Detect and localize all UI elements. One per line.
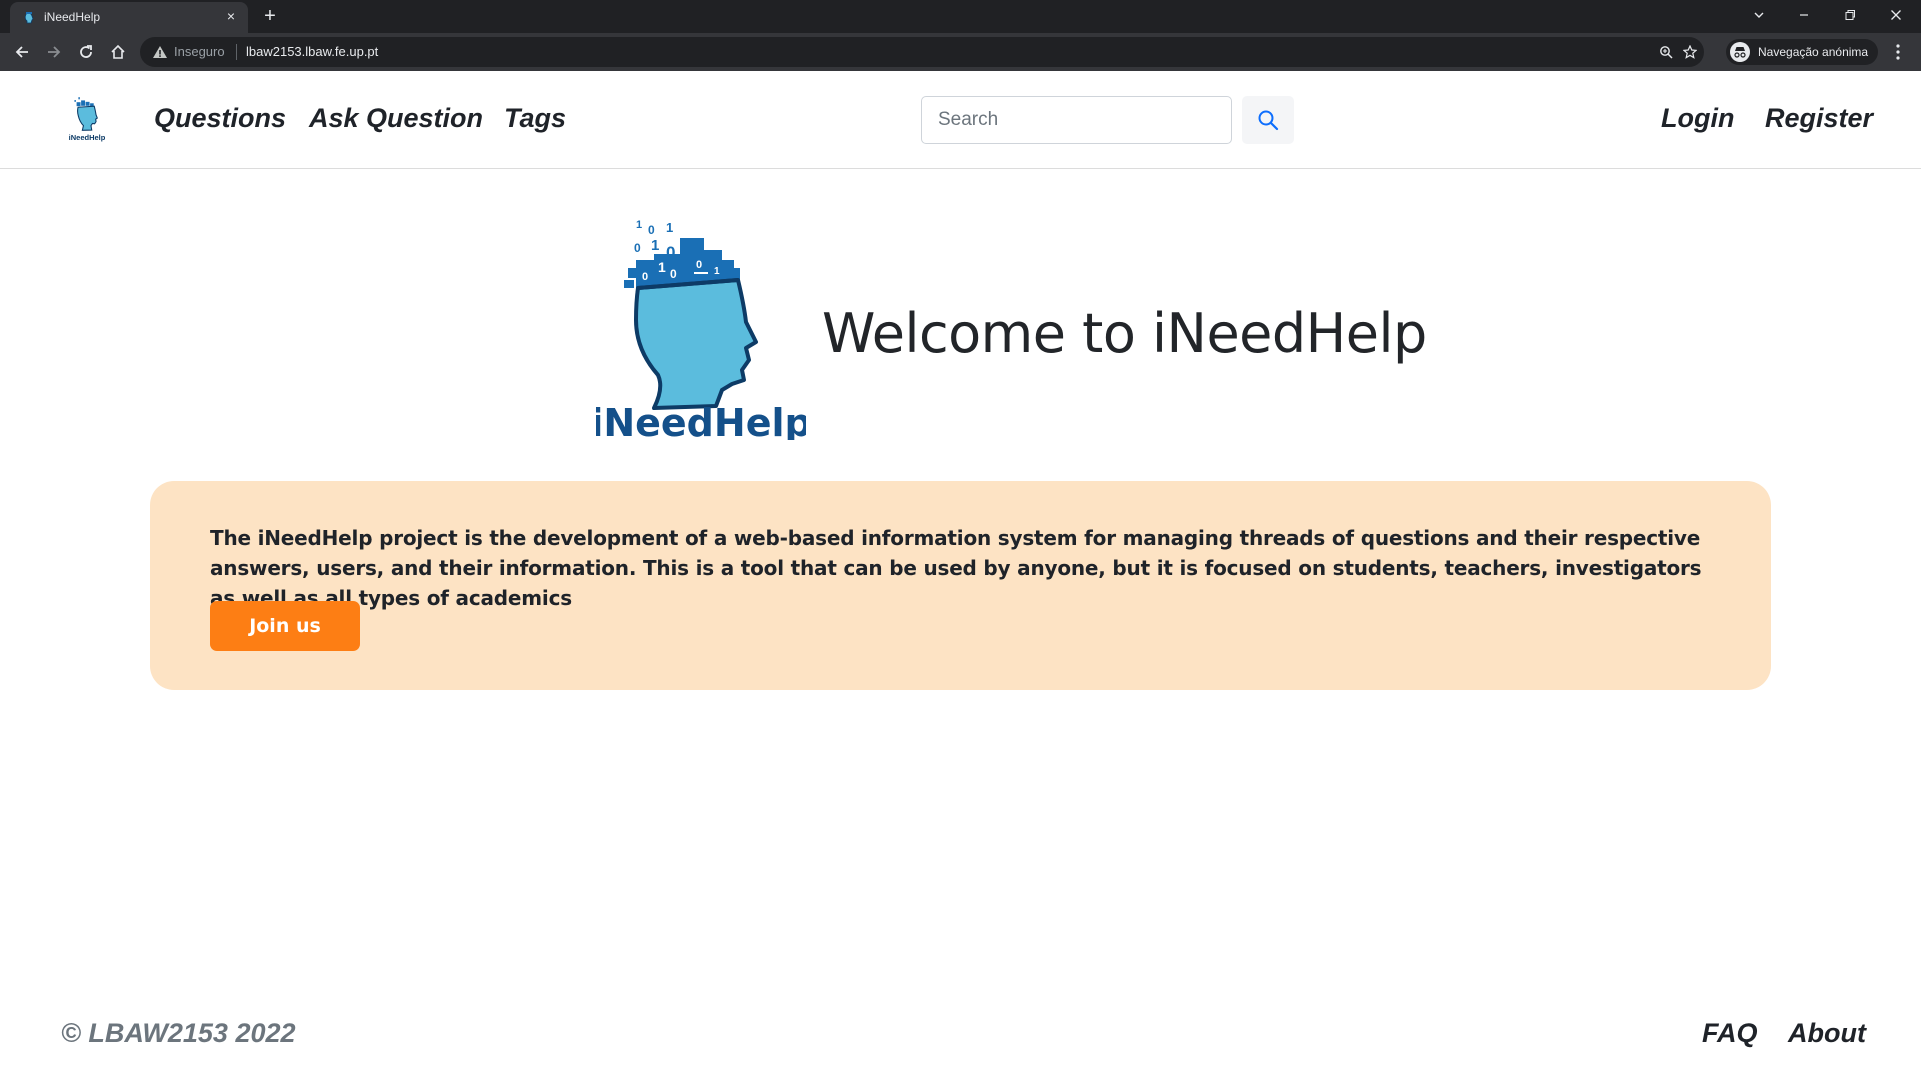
footer-faq-link[interactable]: FAQ xyxy=(1702,1018,1758,1049)
nav-login[interactable]: Login xyxy=(1661,103,1734,134)
svg-text:0: 0 xyxy=(696,259,702,271)
minimize-icon[interactable] xyxy=(1781,0,1827,30)
svg-text:1: 1 xyxy=(714,266,720,277)
footer-about-link[interactable]: About xyxy=(1788,1018,1866,1049)
home-icon[interactable] xyxy=(105,39,131,65)
address-bar[interactable]: Inseguro lbaw2153.lbaw.fe.up.pt xyxy=(140,37,1704,67)
svg-text:1: 1 xyxy=(666,220,673,235)
page-title: Welcome to iNeedHelp xyxy=(822,302,1427,365)
footer-copyright: © LBAW2153 2022 xyxy=(61,1018,296,1048)
close-icon[interactable] xyxy=(1873,0,1919,30)
omnibox-divider xyxy=(236,44,237,60)
incognito-indicator[interactable]: Navegação anónima xyxy=(1726,39,1879,65)
menu-icon[interactable] xyxy=(1888,39,1908,65)
project-info-card: The iNeedHelp project is the development… xyxy=(150,481,1771,690)
nav-questions[interactable]: Questions xyxy=(154,103,286,134)
svg-text:1: 1 xyxy=(658,259,666,275)
join-us-button[interactable]: Join us xyxy=(210,601,360,651)
favicon-icon xyxy=(24,12,34,24)
incognito-icon xyxy=(1730,42,1750,62)
hero-logo: 1 0 1 0 1 0 1 1 0 0 1 0 iNeedHelp xyxy=(596,219,806,440)
svg-text:0: 0 xyxy=(670,267,677,281)
tab-title: iNeedHelp xyxy=(44,10,101,24)
insecure-label[interactable]: Inseguro xyxy=(174,44,225,59)
reload-icon[interactable] xyxy=(73,39,99,65)
forward-icon[interactable] xyxy=(41,39,67,65)
browser-chrome: iNeedHelp × + Inseguro lbaw2153.lbaw.fe.… xyxy=(0,0,1921,71)
logo-wordmark: iNeedHelp xyxy=(69,133,106,142)
svg-text:0: 0 xyxy=(642,271,648,283)
nav-ask-question[interactable]: Ask Question xyxy=(309,103,483,134)
tab-list-icon[interactable] xyxy=(1736,0,1782,30)
tab-strip: iNeedHelp × + xyxy=(0,0,1921,33)
browser-toolbar: Inseguro lbaw2153.lbaw.fe.up.pt Navegaçã… xyxy=(0,33,1921,71)
warning-icon[interactable] xyxy=(152,44,168,60)
site-navbar: iNeedHelp Questions Ask Question Tags Lo… xyxy=(0,71,1921,169)
project-description: The iNeedHelp project is the development… xyxy=(210,526,1702,610)
restore-icon[interactable] xyxy=(1827,0,1873,30)
nav-tags[interactable]: Tags xyxy=(504,103,566,134)
search-icon xyxy=(1258,110,1279,131)
nav-register[interactable]: Register xyxy=(1765,103,1873,134)
back-icon[interactable] xyxy=(9,39,35,65)
svg-text:1: 1 xyxy=(636,219,642,231)
incognito-label: Navegação anónima xyxy=(1758,45,1869,59)
browser-tab[interactable]: iNeedHelp × xyxy=(10,2,248,33)
close-tab-icon[interactable]: × xyxy=(222,7,240,25)
svg-text:1: 1 xyxy=(651,237,659,254)
search-button[interactable] xyxy=(1242,96,1294,144)
svg-text:0: 0 xyxy=(634,241,641,255)
hero-logo-wordmark: iNeedHelp xyxy=(596,401,806,440)
star-icon[interactable] xyxy=(1680,42,1700,62)
search-input[interactable] xyxy=(921,96,1232,144)
zoom-icon[interactable] xyxy=(1656,42,1676,62)
new-tab-button[interactable]: + xyxy=(258,4,282,28)
svg-text:0: 0 xyxy=(648,223,655,237)
site-logo[interactable]: iNeedHelp xyxy=(62,93,112,143)
url-text[interactable]: lbaw2153.lbaw.fe.up.pt xyxy=(246,44,378,59)
